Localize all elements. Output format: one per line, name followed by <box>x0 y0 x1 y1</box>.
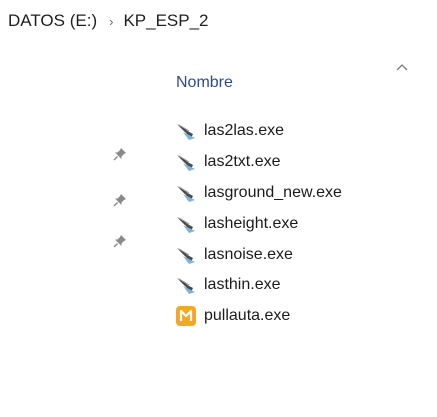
column-header-label: Nombre <box>176 74 233 91</box>
lastools-exe-icon <box>177 247 195 264</box>
file-name: lasnoise.exe <box>204 245 293 263</box>
lastools-exe-icon <box>177 216 195 233</box>
file-name: las2txt.exe <box>204 153 281 171</box>
sort-ascending-icon <box>396 64 408 71</box>
pullauta-exe-icon <box>176 306 196 327</box>
quick-access-pins <box>0 0 150 417</box>
file-name: pullauta.exe <box>204 307 291 325</box>
pin-icon[interactable] <box>113 147 127 161</box>
file-row[interactable]: lasheight.exe <box>162 208 422 239</box>
file-name: las2las.exe <box>204 122 285 140</box>
lastools-exe-icon <box>177 185 195 202</box>
file-row[interactable]: lasthin.exe <box>162 270 422 301</box>
pin-icon[interactable] <box>113 234 127 248</box>
column-header-name[interactable]: Nombre <box>162 64 412 96</box>
file-list-pane: Nombre las2las.exe las2txt.exe lasground… <box>162 50 437 417</box>
file-name: lasthin.exe <box>204 276 281 294</box>
lastools-exe-icon <box>177 278 195 295</box>
file-row[interactable]: lasnoise.exe <box>162 239 422 270</box>
lastools-exe-icon <box>177 124 195 141</box>
file-name: lasground_new.exe <box>204 183 342 201</box>
file-row[interactable]: lasground_new.exe <box>162 178 422 209</box>
file-name: lasheight.exe <box>204 214 299 232</box>
file-row[interactable]: las2txt.exe <box>162 147 422 178</box>
pin-icon[interactable] <box>113 193 127 207</box>
lastools-exe-icon <box>177 155 195 172</box>
file-list: las2las.exe las2txt.exe lasground_new.ex… <box>162 116 422 332</box>
file-row[interactable]: pullauta.exe <box>162 301 422 332</box>
file-row[interactable]: las2las.exe <box>162 116 422 147</box>
